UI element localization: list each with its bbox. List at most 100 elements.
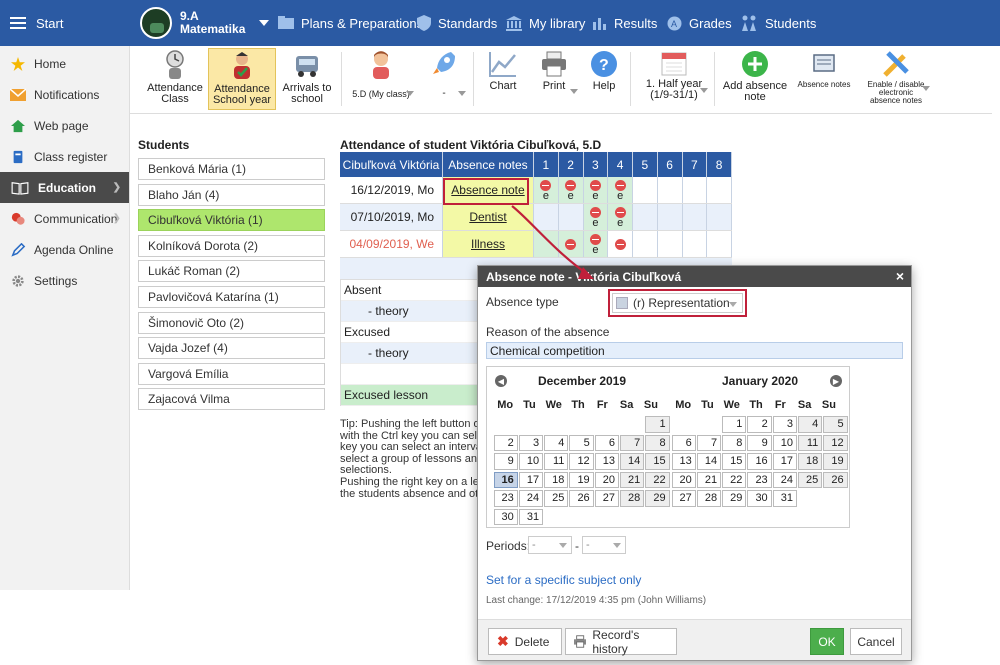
add-absence-note-button[interactable]: Add absence note [720, 48, 790, 110]
calendar-day[interactable]: 14 [619, 453, 645, 470]
lesson-cell[interactable] [707, 177, 732, 203]
calendar-day[interactable]: 22 [722, 471, 747, 488]
calendar-day[interactable]: 23 [747, 471, 772, 488]
sidebar-item-settings[interactable]: Settings [0, 265, 129, 296]
calendar-day[interactable]: 21 [619, 471, 645, 488]
lesson-cell[interactable]: e [583, 231, 609, 257]
calendar-day[interactable]: 9 [493, 453, 518, 470]
absence-note-cell[interactable]: Illness [443, 231, 534, 257]
period-to-select[interactable]: - [582, 536, 626, 554]
close-icon[interactable]: × [896, 268, 904, 284]
period-from-select[interactable]: - [528, 536, 572, 554]
print-button[interactable]: Print [530, 48, 578, 110]
calendar-day[interactable]: 23 [493, 490, 518, 507]
calendar-day[interactable]: 16 [493, 471, 518, 488]
nav-plans[interactable]: Plans & Preparations [278, 0, 423, 46]
absence-notes-button[interactable]: Absence notes [794, 48, 854, 110]
lesson-cell[interactable] [707, 231, 732, 257]
calendar-day[interactable]: 16 [747, 453, 772, 470]
start-button[interactable]: Start [0, 0, 130, 46]
calendar-day[interactable]: 6 [671, 434, 696, 451]
student-item[interactable]: Lukáč Roman (2) [138, 260, 325, 283]
student-item[interactable]: Zajacová Vilma [138, 388, 325, 411]
nav-students[interactable]: Students [740, 0, 816, 46]
nav-grades[interactable]: A Grades [667, 0, 732, 46]
calendar-day[interactable]: 1 [722, 416, 747, 433]
calendar-day[interactable]: 20 [594, 471, 619, 488]
chart-button[interactable]: Chart [480, 48, 526, 110]
student-item[interactable]: Vajda Jozef (4) [138, 337, 325, 360]
calendar-day[interactable]: 5 [569, 434, 594, 451]
calendar-day[interactable]: 9 [747, 434, 772, 451]
calendar-day[interactable]: 17 [772, 453, 797, 470]
calendar-day[interactable]: 2 [493, 434, 518, 451]
attendance-class-button[interactable]: Attendance Class [144, 48, 206, 110]
attendance-school-year-button[interactable]: Attendance School year [208, 48, 276, 110]
calendar-day[interactable]: 30 [493, 508, 518, 525]
calendar-day[interactable]: 8 [722, 434, 747, 451]
calendar-day[interactable]: 18 [544, 471, 569, 488]
calendar-day[interactable]: 4 [797, 416, 823, 433]
nav-library[interactable]: My library [506, 0, 585, 46]
calendar-day[interactable]: 15 [645, 453, 670, 470]
specific-subject-link[interactable]: Set for a specific subject only [486, 573, 641, 587]
calendar-day[interactable]: 26 [569, 490, 594, 507]
absence-note-cell[interactable]: Dentist [443, 204, 534, 230]
calendar-day[interactable]: 28 [619, 490, 645, 507]
lesson-cell[interactable] [558, 231, 584, 257]
calendar-day[interactable]: 27 [594, 490, 619, 507]
lesson-cell[interactable] [633, 231, 658, 257]
student-item[interactable]: Kolníková Dorota (2) [138, 234, 325, 257]
calendar-day[interactable]: 6 [594, 434, 619, 451]
lesson-cell[interactable] [633, 204, 658, 230]
lesson-cell[interactable] [633, 177, 658, 203]
student-item-selected[interactable]: Cibuľková Viktória (1) [138, 209, 325, 232]
calendar-day[interactable]: 21 [696, 471, 722, 488]
calendar-day[interactable]: 25 [544, 490, 569, 507]
enable-electronic-notes-button[interactable]: Enable / disable electronic absence note… [858, 48, 934, 110]
lesson-cell[interactable]: e [558, 177, 584, 203]
calendar-day[interactable]: 13 [594, 453, 619, 470]
calendar-day[interactable]: 3 [772, 416, 797, 433]
group-selector[interactable]: - [420, 48, 468, 110]
student-item[interactable]: Pavlovičová Katarína (1) [138, 285, 325, 308]
calendar-day[interactable]: 17 [518, 471, 544, 488]
calendar-day[interactable]: 3 [518, 434, 544, 451]
calendar-day[interactable]: 1 [645, 416, 670, 433]
calendar-day[interactable]: 24 [772, 471, 797, 488]
calendar-day[interactable]: 30 [747, 490, 772, 507]
student-item[interactable]: Vargová Emília [138, 362, 325, 385]
lesson-cell[interactable] [608, 231, 633, 257]
sidebar-item-agenda[interactable]: Agenda Online [0, 234, 129, 265]
lesson-cell[interactable] [534, 204, 559, 230]
calendar-day[interactable]: 27 [671, 490, 696, 507]
lesson-cell[interactable] [683, 204, 708, 230]
student-item[interactable]: Šimonovič Oto (2) [138, 311, 325, 334]
calendar-day[interactable]: 26 [823, 471, 848, 488]
lesson-cell[interactable] [534, 231, 559, 257]
my-class-selector[interactable]: 5.D (My class) [348, 48, 414, 110]
lesson-cell[interactable]: e [583, 204, 609, 230]
calendar-day[interactable]: 22 [645, 471, 670, 488]
student-item[interactable]: Blaho Ján (4) [138, 183, 325, 206]
calendar-day[interactable]: 12 [823, 434, 848, 451]
sidebar-item-home[interactable]: Home [0, 48, 129, 79]
cancel-button[interactable]: Cancel [850, 628, 902, 655]
absence-note-link[interactable]: Dentist [469, 210, 506, 224]
calendar-day[interactable]: 7 [619, 434, 645, 451]
lesson-cell[interactable]: e [608, 177, 633, 203]
calendar-day[interactable]: 11 [797, 434, 823, 451]
lesson-cell[interactable] [658, 177, 683, 203]
sidebar-item-class-register[interactable]: Class register [0, 141, 129, 172]
student-item[interactable]: Benková Mária (1) [138, 158, 325, 180]
lesson-cell[interactable]: e [534, 177, 559, 203]
nav-standards[interactable]: Standards [417, 0, 497, 46]
calendar-day[interactable]: 7 [696, 434, 722, 451]
reason-input[interactable]: Chemical competition [486, 342, 903, 359]
calendar-day[interactable]: 4 [544, 434, 569, 451]
lesson-cell[interactable] [707, 204, 732, 230]
delete-button[interactable]: ✖ Delete [488, 628, 562, 655]
lesson-cell[interactable] [683, 177, 708, 203]
lesson-cell[interactable] [559, 204, 584, 230]
sidebar-item-communication[interactable]: Communication ❯ [0, 203, 129, 234]
